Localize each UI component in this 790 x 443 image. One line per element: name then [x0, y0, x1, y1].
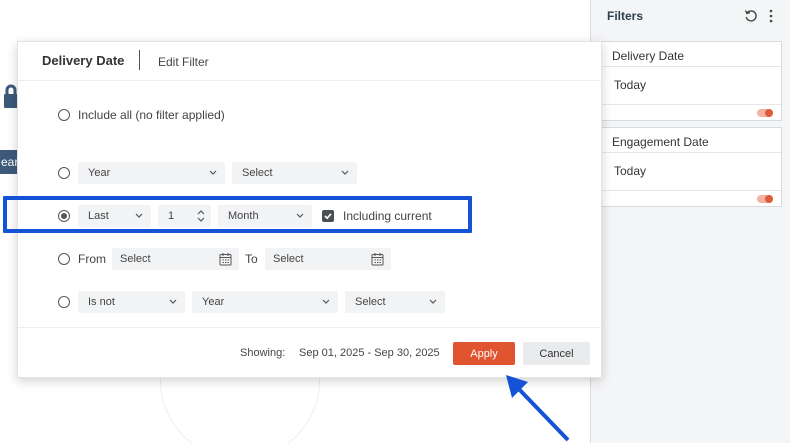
period-select-value: Year: [88, 167, 111, 179]
filter-card-title: Delivery Date: [612, 49, 685, 63]
radio-is-not[interactable]: [58, 296, 70, 308]
refresh-icon[interactable]: [744, 9, 758, 23]
year-value-select-value: Select: [242, 167, 273, 179]
apply-button[interactable]: Apply: [453, 342, 515, 365]
isnot-value-select-value: Select: [355, 296, 386, 308]
divider: [602, 190, 781, 191]
radio-year[interactable]: [58, 167, 70, 179]
tab-edit-filter[interactable]: Edit Filter: [158, 55, 209, 69]
filter-card-title: Engagement Date: [612, 135, 709, 149]
filter-card-value: Today: [614, 164, 647, 178]
divider: [18, 327, 601, 328]
chevron-down-icon: [322, 299, 330, 304]
showing-date-range: Sep 01, 2025 - Sep 30, 2025: [299, 347, 440, 359]
operator-value: Is not: [88, 296, 115, 308]
filter-toggle[interactable]: [757, 109, 773, 117]
filters-panel-title: Filters: [607, 9, 644, 23]
annotation-highlight-box: [3, 196, 472, 233]
divider: [18, 80, 601, 81]
divider: [602, 66, 781, 67]
include-all-label: Include all (no filter applied): [78, 108, 225, 122]
annotation-arrow-icon: [506, 375, 570, 442]
filter-toggle[interactable]: [757, 195, 773, 203]
from-date-input[interactable]: Select: [112, 248, 239, 270]
background-tag: ear: [0, 150, 18, 174]
to-date-placeholder: Select: [273, 253, 304, 265]
dialog-title: Delivery Date: [42, 53, 125, 68]
from-date-placeholder: Select: [120, 253, 151, 265]
to-label: To: [245, 252, 258, 266]
filters-panel: Filters Delivery Date Today Engagement D…: [590, 0, 790, 443]
divider: [602, 152, 781, 153]
from-label: From: [78, 252, 106, 266]
chevron-down-icon: [341, 170, 349, 175]
radio-include-all[interactable]: [58, 109, 70, 121]
chevron-down-icon: [209, 170, 217, 175]
divider: [602, 104, 781, 105]
filters-panel-header: Filters: [591, 0, 790, 32]
to-date-input[interactable]: Select: [265, 248, 391, 270]
isnot-value-select[interactable]: Select: [345, 291, 445, 313]
operator-select[interactable]: Is not: [78, 291, 185, 313]
isnot-period-value: Year: [202, 296, 225, 308]
showing-label: Showing:: [240, 347, 286, 359]
calendar-icon[interactable]: [371, 252, 384, 266]
filter-card-value: Today: [614, 78, 647, 92]
year-value-select[interactable]: Select: [232, 162, 357, 184]
isnot-period-select[interactable]: Year: [192, 291, 338, 313]
filter-card-engagement-date[interactable]: Engagement Date Today: [601, 127, 782, 207]
calendar-icon[interactable]: [219, 252, 232, 266]
radio-from-to[interactable]: [58, 253, 70, 265]
chevron-down-icon: [169, 299, 177, 304]
cancel-button[interactable]: Cancel: [523, 342, 590, 365]
period-select[interactable]: Year: [78, 162, 225, 184]
more-vertical-icon[interactable]: [767, 8, 775, 24]
filter-card-delivery-date[interactable]: Delivery Date Today: [601, 41, 782, 121]
header-divider: [139, 50, 140, 70]
chevron-down-icon: [429, 299, 437, 304]
